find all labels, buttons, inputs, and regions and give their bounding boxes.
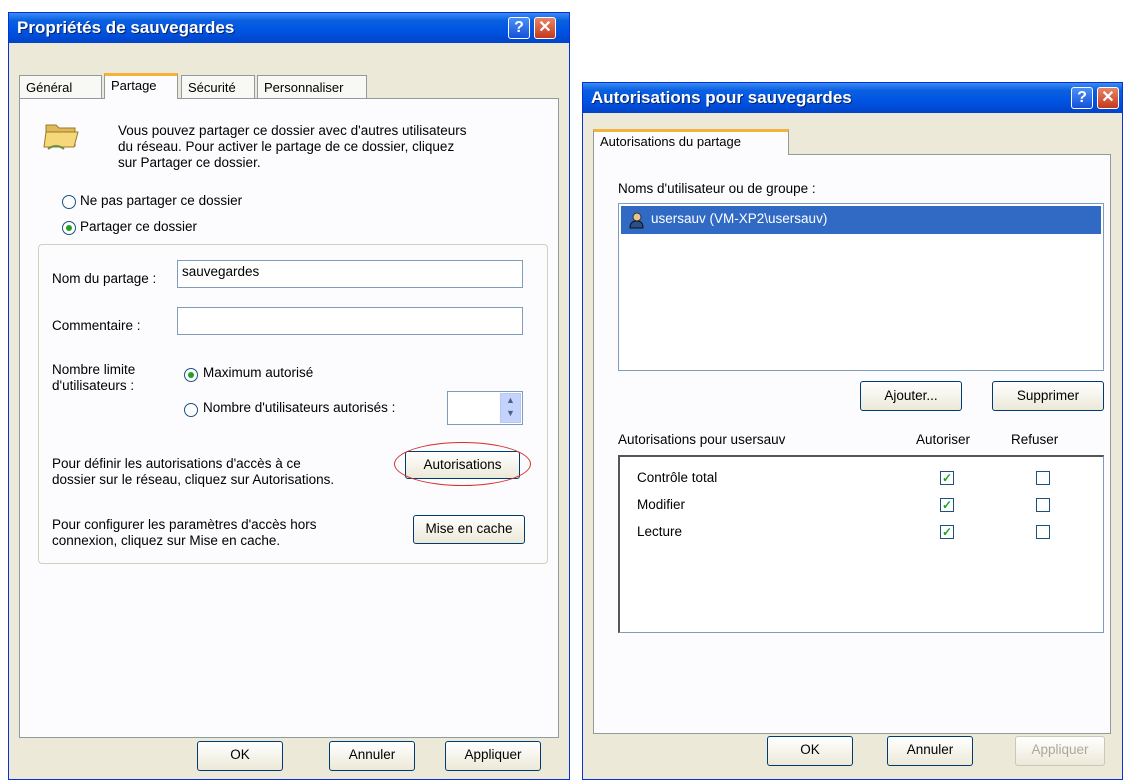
apply-button[interactable]: Appliquer: [1015, 736, 1105, 766]
users-label: Noms d'utilisateur ou de groupe :: [618, 181, 816, 196]
tab-general[interactable]: Général: [19, 75, 102, 99]
perm-header: Autorisations pour usersauv: [618, 432, 786, 447]
max-allowed-radio[interactable]: [184, 368, 198, 382]
intro-line-3: sur Partager ce dossier.: [118, 155, 261, 170]
comment-field[interactable]: [177, 307, 523, 335]
tab-partage[interactable]: Partage: [104, 73, 178, 99]
allow-checkbox[interactable]: ✓: [940, 525, 954, 539]
share-properties-dialog: Propriétés de sauvegardes ? ✕ Général Pa…: [8, 12, 570, 780]
shared-folder-icon: [43, 124, 79, 150]
user-icon: [629, 212, 644, 229]
permissions-panel: Noms d'utilisateur ou de groupe : usersa…: [593, 154, 1111, 734]
max-allowed-label[interactable]: Maximum autorisé: [203, 365, 313, 380]
table-row: Lecture ✓: [620, 521, 1100, 543]
spin-up-icon[interactable]: ▲: [501, 394, 520, 407]
cache-button[interactable]: Mise en cache: [413, 515, 525, 544]
add-button[interactable]: Ajouter...: [860, 381, 962, 411]
share-name-field[interactable]: sauvegardes: [177, 260, 523, 288]
perm-name: Lecture: [637, 524, 683, 539]
permissions-text-1: Pour définir les autorisations d'accès à…: [52, 456, 301, 471]
dialog-title: Autorisations pour sauvegardes: [591, 88, 852, 107]
table-row: Modifier ✓: [620, 494, 1100, 516]
users-list[interactable]: usersauv (VM-XP2\usersauv): [618, 203, 1104, 371]
share-settings-group: Nom du partage : sauvegardes Commentaire…: [38, 244, 548, 564]
perm-name: Modifier: [637, 497, 686, 512]
perm-name: Contrôle total: [637, 470, 718, 485]
sharing-panel: Vous pouvez partager ce dossier avec d'a…: [19, 98, 559, 738]
deny-header: Refuser: [1011, 432, 1059, 447]
user-name: usersauv (VM-XP2\usersauv): [651, 211, 828, 226]
ok-button[interactable]: OK: [197, 741, 283, 771]
close-button[interactable]: ✕: [534, 17, 556, 39]
spinner-arrows[interactable]: ▲ ▼: [500, 393, 521, 423]
user-count-label[interactable]: Nombre d'utilisateurs autorisés :: [203, 400, 395, 415]
cancel-button[interactable]: Annuler: [329, 741, 415, 771]
share-radio[interactable]: [62, 221, 76, 235]
highlight-circle: [394, 442, 531, 486]
table-row: Contrôle total ✓: [620, 467, 1100, 489]
comment-label: Commentaire :: [52, 318, 141, 333]
help-button[interactable]: ?: [1071, 87, 1093, 109]
intro-line-1: Vous pouvez partager ce dossier avec d'a…: [118, 123, 467, 138]
cache-text-2: connexion, cliquez sur Mise en cache.: [52, 533, 281, 548]
help-button[interactable]: ?: [508, 17, 530, 39]
user-limit-label-2: d'utilisateurs :: [52, 378, 135, 393]
list-item[interactable]: usersauv (VM-XP2\usersauv): [621, 206, 1101, 234]
no-share-label[interactable]: Ne pas partager ce dossier: [80, 193, 242, 208]
cache-text-1: Pour configurer les paramètres d'accès h…: [52, 517, 317, 532]
cancel-button[interactable]: Annuler: [887, 736, 973, 766]
user-count-radio[interactable]: [184, 403, 198, 417]
tab-securite[interactable]: Sécurité: [181, 75, 255, 99]
no-share-radio[interactable]: [62, 195, 76, 209]
title-bar[interactable]: Propriétés de sauvegardes ? ✕: [9, 13, 569, 43]
share-name-label: Nom du partage :: [52, 271, 157, 286]
close-button[interactable]: ✕: [1097, 87, 1119, 109]
deny-checkbox[interactable]: [1036, 471, 1050, 485]
share-permissions-dialog: Autorisations pour sauvegardes ? ✕ Autor…: [582, 82, 1123, 780]
spin-down-icon[interactable]: ▼: [501, 407, 520, 420]
ok-button[interactable]: OK: [767, 736, 853, 766]
apply-button[interactable]: Appliquer: [445, 741, 541, 771]
user-limit-label-1: Nombre limite: [52, 362, 136, 377]
deny-checkbox[interactable]: [1036, 498, 1050, 512]
tab-share-permissions[interactable]: Autorisations du partage: [593, 129, 789, 155]
intro-line-2: du réseau. Pour activer le partage de ce…: [118, 139, 455, 154]
tab-personnaliser[interactable]: Personnaliser: [257, 75, 367, 99]
allow-checkbox[interactable]: ✓: [940, 471, 954, 485]
share-label[interactable]: Partager ce dossier: [80, 219, 197, 234]
allow-header: Autoriser: [916, 432, 971, 447]
remove-button[interactable]: Supprimer: [992, 381, 1104, 411]
deny-checkbox[interactable]: [1036, 525, 1050, 539]
dialog-title: Propriétés de sauvegardes: [17, 18, 235, 37]
permissions-text-2: dossier sur le réseau, cliquez sur Autor…: [52, 472, 335, 487]
permissions-list: Contrôle total ✓ Modifier ✓ Lecture ✓: [618, 455, 1104, 633]
title-bar[interactable]: Autorisations pour sauvegardes ? ✕: [583, 83, 1122, 113]
allow-checkbox[interactable]: ✓: [940, 498, 954, 512]
